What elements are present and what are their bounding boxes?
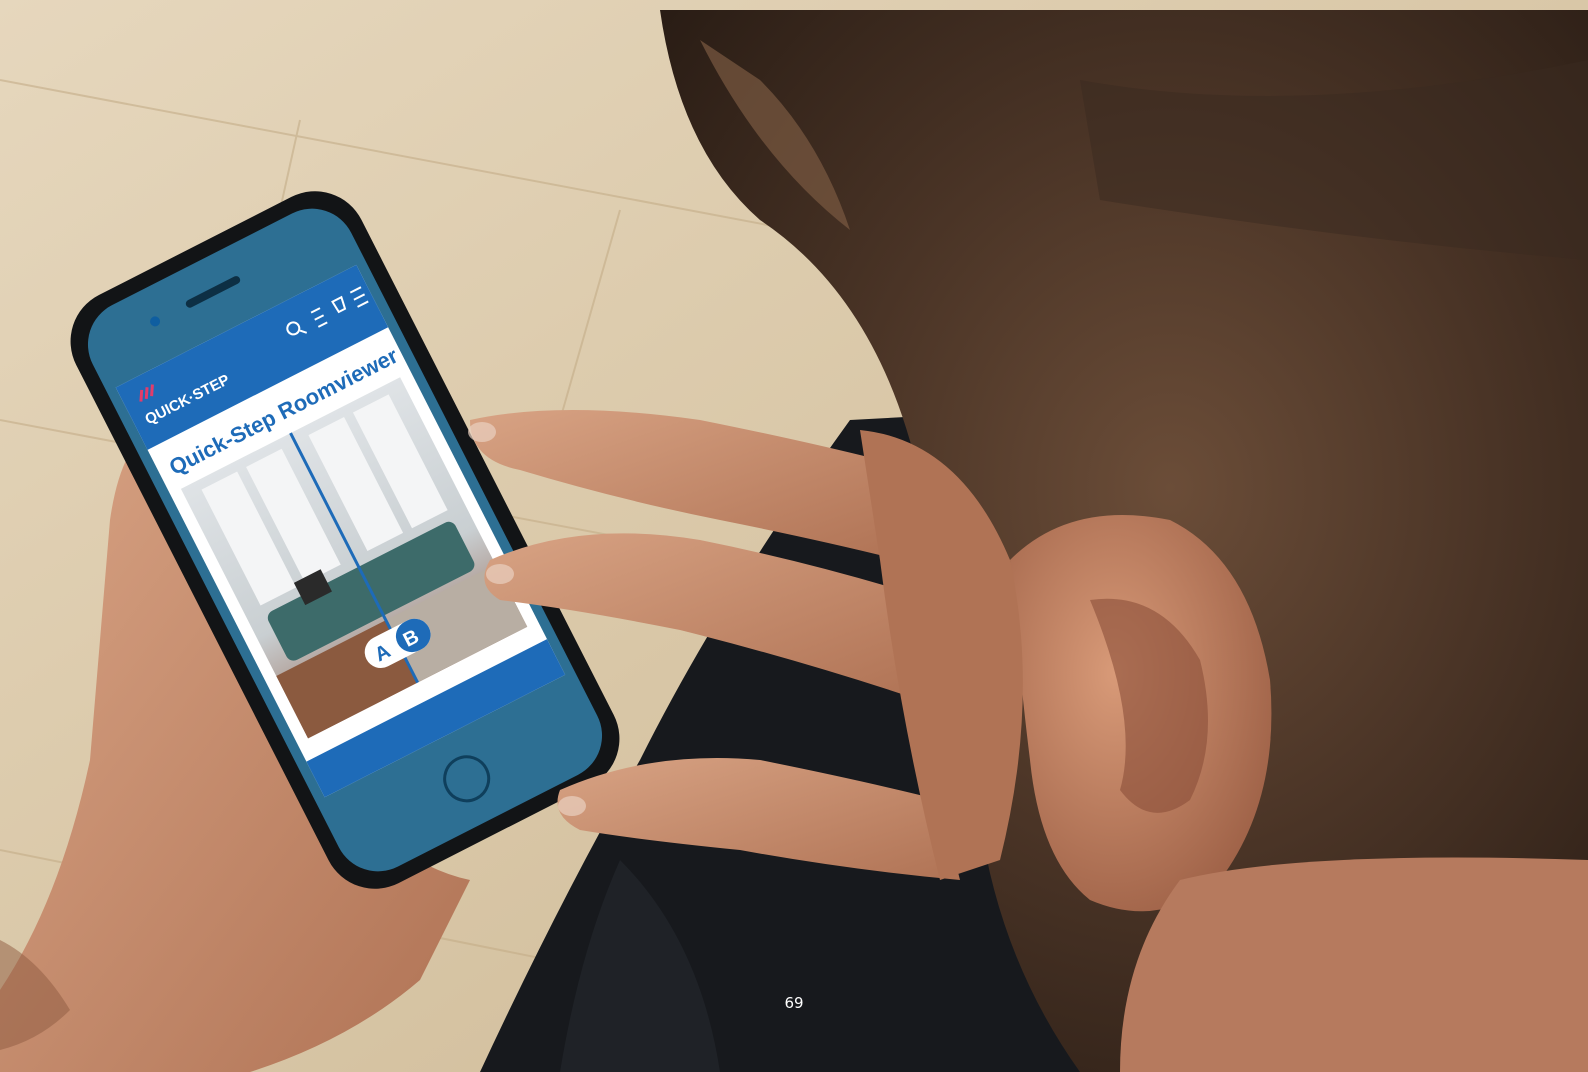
photograph: QUICK·STEP Quick-Step Roomviewer A B (0, 0, 1588, 1072)
page-number: 69 (784, 994, 804, 1012)
